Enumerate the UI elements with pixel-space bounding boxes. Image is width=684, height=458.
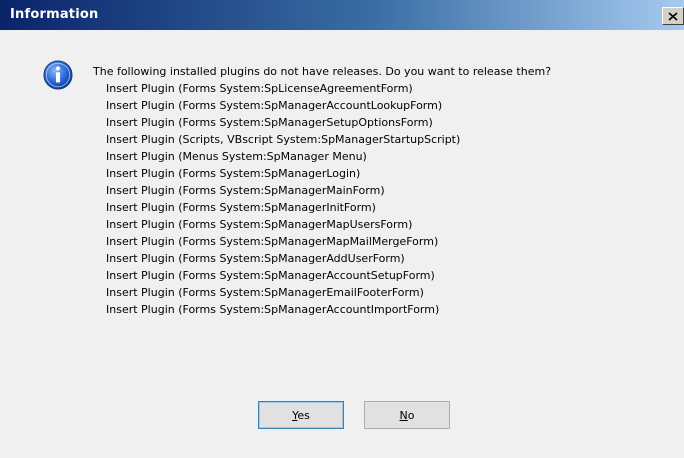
info-icon — [43, 60, 73, 90]
yes-button[interactable]: Yes — [258, 401, 344, 429]
list-item: Insert Plugin (Forms System:SpManagerSet… — [106, 116, 433, 129]
list-item: Insert Plugin (Menus System:SpManager Me… — [106, 150, 367, 163]
message-text: The following installed plugins do not h… — [93, 65, 552, 78]
list-item: Insert Plugin (Forms System:SpManagerMai… — [106, 184, 385, 197]
list-item: Insert Plugin (Forms System:SpLicenseAgr… — [106, 82, 413, 95]
list-item: Insert Plugin (Forms System:SpManagerAcc… — [106, 269, 435, 282]
no-button-label: No — [399, 408, 415, 422]
list-item: Insert Plugin (Forms System:SpManagerMap… — [106, 235, 439, 248]
list-item: Insert Plugin (Forms System:SpManagerIni… — [106, 201, 376, 214]
title-bar[interactable]: Information — [0, 0, 684, 30]
list-item: Insert Plugin (Scripts, VBscript System:… — [106, 133, 461, 146]
no-button[interactable]: No — [364, 401, 450, 429]
list-item: Insert Plugin (Forms System:SpManagerLog… — [106, 167, 361, 180]
information-dialog: Information The following installed plug… — [0, 0, 684, 458]
window-title: Information — [10, 7, 99, 22]
list-item: Insert Plugin (Forms System:SpManagerAcc… — [106, 303, 440, 316]
plugin-list: Insert Plugin (Forms System:SpLicenseAgr… — [93, 80, 683, 318]
message-area: The following installed plugins do not h… — [93, 63, 683, 318]
list-item: Insert Plugin (Forms System:SpManagerEma… — [106, 286, 424, 299]
close-icon — [668, 11, 678, 21]
list-item: Insert Plugin (Forms System:SpManagerMap… — [106, 218, 413, 231]
button-row: Yes No — [0, 401, 684, 429]
close-button[interactable] — [662, 7, 684, 25]
list-item: Insert Plugin (Forms System:SpManagerAcc… — [106, 99, 443, 112]
list-item: Insert Plugin (Forms System:SpManagerAdd… — [106, 252, 405, 265]
yes-button-label: Yes — [292, 408, 310, 422]
